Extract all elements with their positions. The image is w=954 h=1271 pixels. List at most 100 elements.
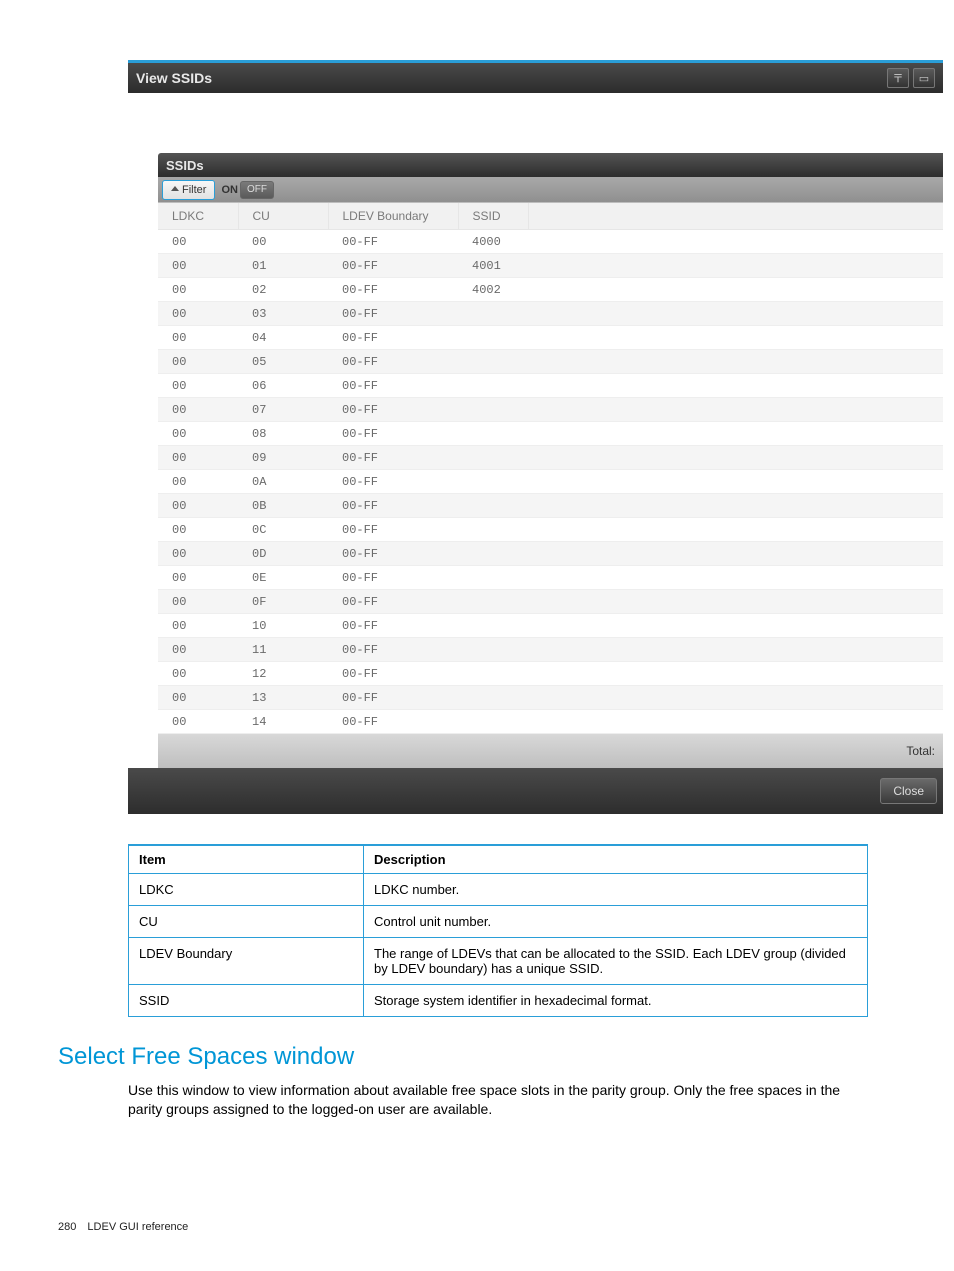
table-row[interactable]: 000A00-FF <box>158 470 943 494</box>
cell-blank <box>528 374 943 398</box>
cell-blank <box>528 710 943 734</box>
ssids-header-row: LDKC CU LDEV Boundary SSID <box>158 203 943 230</box>
cell-cu: 10 <box>238 614 328 638</box>
cell-blank <box>528 494 943 518</box>
dialog-body: SSIDs Filter ON OFF LDKC <box>128 93 943 768</box>
table-row[interactable]: 000D00-FF <box>158 542 943 566</box>
table-row[interactable]: 000400-FF <box>158 326 943 350</box>
cell-blank <box>528 542 943 566</box>
cell-ssid <box>458 518 528 542</box>
table-row[interactable]: 000C00-FF <box>158 518 943 542</box>
cell-ssid <box>458 374 528 398</box>
cell-blank <box>528 278 943 302</box>
table-row[interactable]: 001300-FF <box>158 686 943 710</box>
table-row[interactable]: 000700-FF <box>158 398 943 422</box>
cell-ldkc: 00 <box>158 710 238 734</box>
cell-ssid: 4000 <box>458 230 528 254</box>
ref-desc-cell: Storage system identifier in hexadecimal… <box>364 985 868 1017</box>
cell-ssid <box>458 566 528 590</box>
cell-boundary: 00-FF <box>328 278 458 302</box>
table-row[interactable]: 000800-FF <box>158 422 943 446</box>
close-button[interactable]: Close <box>880 778 937 804</box>
col-ssid-header[interactable]: SSID <box>458 203 528 230</box>
collapse-icon[interactable]: 〒 <box>887 68 909 88</box>
cell-boundary: 00-FF <box>328 254 458 278</box>
totals-bar: Total: <box>158 734 943 768</box>
cell-boundary: 00-FF <box>328 710 458 734</box>
cell-ldkc: 00 <box>158 278 238 302</box>
filter-on-off-toggle[interactable]: ON OFF <box>221 181 274 199</box>
cell-blank <box>528 398 943 422</box>
cell-ldkc: 00 <box>158 638 238 662</box>
table-row[interactable]: 000300-FF <box>158 302 943 326</box>
col-cu-header[interactable]: CU <box>238 203 328 230</box>
cell-cu: 02 <box>238 278 328 302</box>
ref-desc-cell: Control unit number. <box>364 906 868 938</box>
table-row[interactable]: 000500-FF <box>158 350 943 374</box>
cell-cu: 11 <box>238 638 328 662</box>
cell-cu: 04 <box>238 326 328 350</box>
table-row[interactable]: 000600-FF <box>158 374 943 398</box>
filter-off-button[interactable]: OFF <box>240 181 274 199</box>
table-row[interactable]: 000900-FF <box>158 446 943 470</box>
cell-ssid <box>458 302 528 326</box>
cell-cu: 00 <box>238 230 328 254</box>
ref-item-header: Item <box>129 845 364 874</box>
col-boundary-header[interactable]: LDEV Boundary <box>328 203 458 230</box>
cell-blank <box>528 614 943 638</box>
cell-blank <box>528 254 943 278</box>
table-row[interactable]: 000000-FF4000 <box>158 230 943 254</box>
cell-ldkc: 00 <box>158 326 238 350</box>
cell-blank <box>528 446 943 470</box>
cell-boundary: 00-FF <box>328 542 458 566</box>
table-row[interactable]: 001200-FF <box>158 662 943 686</box>
cell-blank <box>528 662 943 686</box>
cell-cu: 12 <box>238 662 328 686</box>
cell-ssid: 4001 <box>458 254 528 278</box>
cell-cu: 0B <box>238 494 328 518</box>
cell-blank <box>528 686 943 710</box>
maximize-icon[interactable]: ▭ <box>913 68 935 88</box>
ref-item-cell: LDEV Boundary <box>129 938 364 985</box>
cell-ldkc: 00 <box>158 374 238 398</box>
filter-button-label: Filter <box>182 184 206 196</box>
cell-ldkc: 00 <box>158 398 238 422</box>
cell-boundary: 00-FF <box>328 686 458 710</box>
cell-boundary: 00-FF <box>328 590 458 614</box>
page-number: 280 <box>58 1221 76 1233</box>
ssids-table: LDKC CU LDEV Boundary SSID 000000-FF4000… <box>158 203 943 734</box>
table-row[interactable]: 000F00-FF <box>158 590 943 614</box>
view-ssids-dialog: View SSIDs 〒 ▭ SSIDs Filter ON OFF <box>128 60 943 814</box>
ref-item-cell: CU <box>129 906 364 938</box>
table-row[interactable]: 000200-FF4002 <box>158 278 943 302</box>
cell-ldkc: 00 <box>158 446 238 470</box>
cell-ssid <box>458 494 528 518</box>
cell-cu: 05 <box>238 350 328 374</box>
cell-ldkc: 00 <box>158 350 238 374</box>
cell-ldkc: 00 <box>158 422 238 446</box>
cell-cu: 03 <box>238 302 328 326</box>
cell-ssid <box>458 422 528 446</box>
cell-blank <box>528 230 943 254</box>
cell-ssid <box>458 350 528 374</box>
cell-ldkc: 00 <box>158 470 238 494</box>
filter-off-label: OFF <box>247 184 267 195</box>
cell-cu: 0A <box>238 470 328 494</box>
filter-button[interactable]: Filter <box>162 180 215 200</box>
table-row[interactable]: 001400-FF <box>158 710 943 734</box>
table-row[interactable]: 000B00-FF <box>158 494 943 518</box>
panel-header: SSIDs <box>158 153 943 177</box>
ref-item-cell: LDKC <box>129 874 364 906</box>
cell-blank <box>528 350 943 374</box>
cell-boundary: 00-FF <box>328 494 458 518</box>
table-row[interactable]: 001100-FF <box>158 638 943 662</box>
cell-ssid <box>458 662 528 686</box>
ref-row: CUControl unit number. <box>129 906 868 938</box>
cell-ssid <box>458 542 528 566</box>
table-row[interactable]: 000100-FF4001 <box>158 254 943 278</box>
col-ldkc-header[interactable]: LDKC <box>158 203 238 230</box>
table-row[interactable]: 001000-FF <box>158 614 943 638</box>
table-row[interactable]: 000E00-FF <box>158 566 943 590</box>
cell-blank <box>528 638 943 662</box>
cell-blank <box>528 470 943 494</box>
